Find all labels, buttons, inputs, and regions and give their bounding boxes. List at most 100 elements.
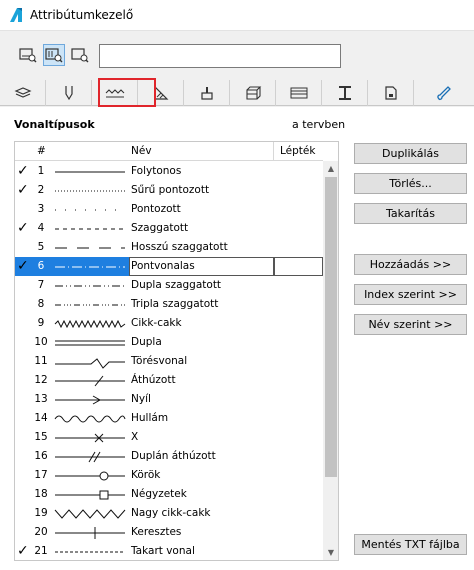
- scroll-down-icon[interactable]: ▼: [323, 545, 338, 560]
- table-row[interactable]: 10 Dupla: [15, 333, 323, 352]
- line-types-table: # Név Lépték ✓ 1 Folytonos ✓ 2 Sűrű pontozott…: [14, 141, 339, 561]
- check-cell[interactable]: [17, 372, 31, 388]
- app-logo-icon: [10, 8, 22, 22]
- check-cell[interactable]: [17, 296, 31, 312]
- purge-button[interactable]: Takarítás: [354, 203, 467, 224]
- table-row[interactable]: 13 Nyíl: [15, 390, 323, 409]
- line-pattern-icon: [55, 375, 125, 387]
- detail-view-icon: [45, 48, 63, 63]
- line-pattern-icon: [54, 415, 126, 423]
- row-number: 15: [34, 431, 48, 443]
- tab-markup-styles[interactable]: [414, 80, 474, 106]
- detail-view-button[interactable]: [43, 44, 65, 66]
- scroll-thumb[interactable]: [325, 177, 337, 477]
- preview-view-button[interactable]: [69, 44, 91, 66]
- check-cell[interactable]: [17, 315, 31, 331]
- line-pattern-icon: [55, 527, 125, 539]
- check-cell[interactable]: [17, 429, 31, 445]
- table-row[interactable]: 9 Cikk-cakk: [15, 314, 323, 333]
- row-number: 10: [34, 336, 48, 348]
- vertical-scrollbar[interactable]: ▲ ▼: [323, 161, 338, 560]
- row-name: Tripla szaggatott: [131, 298, 219, 310]
- check-cell[interactable]: [17, 524, 31, 540]
- check-cell[interactable]: [17, 201, 31, 217]
- tab-zone-categories[interactable]: [322, 80, 368, 106]
- tab-highlight-box: [98, 78, 156, 107]
- scroll-up-icon[interactable]: ▲: [323, 161, 338, 177]
- checkmark-icon[interactable]: ✓: [17, 182, 31, 198]
- table-row[interactable]: ✓ 1 Folytonos: [15, 162, 323, 181]
- row-name: Pontozott: [131, 203, 181, 215]
- line-pattern-icon: [55, 285, 125, 287]
- tab-surfaces[interactable]: [184, 80, 230, 106]
- line-pattern-icon: [55, 340, 125, 346]
- table-row[interactable]: ✓ 2 Sűrű pontozott: [15, 181, 323, 200]
- sort-by-name-button[interactable]: Név szerint >>: [354, 314, 467, 335]
- row-number: 14: [34, 412, 48, 424]
- checkmark-icon[interactable]: ✓: [17, 220, 31, 236]
- table-row[interactable]: 16 Duplán áthúzott: [15, 447, 323, 466]
- duplicate-button[interactable]: Duplikálás: [354, 143, 467, 164]
- check-cell[interactable]: [17, 353, 31, 369]
- header-name[interactable]: Név: [131, 145, 152, 157]
- table-row[interactable]: 5 Hosszú szaggatott: [15, 238, 323, 257]
- table-row[interactable]: 8 Tripla szaggatott: [15, 295, 323, 314]
- delete-button[interactable]: Törlés...: [354, 173, 467, 194]
- add-button[interactable]: Hozzáadás >>: [354, 254, 467, 275]
- table-row[interactable]: 20 Keresztes: [15, 523, 323, 542]
- i-beam-icon: [338, 86, 351, 100]
- row-name: Nyíl: [131, 393, 151, 405]
- tab-building-materials[interactable]: [368, 80, 414, 106]
- line-pattern-icon: [55, 433, 125, 443]
- line-pattern-icon: [55, 190, 125, 192]
- scale-edit-field[interactable]: [274, 257, 323, 276]
- row-name: Cikk-cakk: [131, 317, 182, 329]
- tab-composites[interactable]: [230, 80, 276, 106]
- checkmark-icon[interactable]: ✓: [17, 258, 31, 274]
- table-row[interactable]: 15 X: [15, 428, 323, 447]
- tab-pens[interactable]: [46, 80, 92, 106]
- table-row[interactable]: 18 Négyzetek: [15, 485, 323, 504]
- row-number: 4: [37, 222, 45, 234]
- header-scale[interactable]: Lépték: [280, 145, 315, 157]
- check-cell[interactable]: [17, 239, 31, 255]
- table-row[interactable]: 19 Nagy cikk-cakk: [15, 504, 323, 523]
- check-cell[interactable]: [17, 448, 31, 464]
- table-row[interactable]: 12 Áthúzott: [15, 371, 323, 390]
- sort-by-index-button[interactable]: Index szerint >>: [354, 284, 467, 305]
- tab-layers[interactable]: [0, 80, 46, 106]
- table-row[interactable]: 14 Hullám: [15, 409, 323, 428]
- row-name: Folytonos: [131, 165, 182, 177]
- row-name: Keresztes: [131, 526, 182, 538]
- check-cell[interactable]: [17, 277, 31, 293]
- row-name: Duplán áthúzott: [131, 450, 216, 462]
- row-number: 9: [37, 317, 45, 329]
- header-num[interactable]: #: [37, 145, 46, 157]
- row-number: 20: [34, 526, 48, 538]
- check-cell[interactable]: [17, 391, 31, 407]
- list-view-button[interactable]: [17, 44, 39, 66]
- check-cell[interactable]: [17, 334, 31, 350]
- header-divider: [273, 142, 274, 161]
- row-name: Négyzetek: [131, 488, 187, 500]
- table-row[interactable]: 11 Törésvonal: [15, 352, 323, 371]
- table-row[interactable]: 3 Pontozott: [15, 200, 323, 219]
- table-row[interactable]: 7 Dupla szaggatott: [15, 276, 323, 295]
- save-txt-button[interactable]: Mentés TXT fájlba: [354, 534, 467, 555]
- table-row[interactable]: 17 Körök: [15, 466, 323, 485]
- table-row-selected[interactable]: ✓ 6 Pontvonalas: [15, 257, 323, 276]
- tab-profiles[interactable]: [276, 80, 322, 106]
- row-name: Takart vonal: [131, 545, 195, 557]
- composite-icon: [245, 86, 261, 100]
- check-cell[interactable]: [17, 410, 31, 426]
- check-cell[interactable]: [17, 467, 31, 483]
- checkmark-icon[interactable]: ✓: [17, 543, 31, 559]
- profile-icon: [290, 87, 307, 99]
- checkmark-icon[interactable]: ✓: [17, 163, 31, 179]
- paint-brush-icon: [200, 87, 213, 100]
- search-input[interactable]: [99, 44, 341, 68]
- table-row[interactable]: ✓ 21 Takart vonal: [15, 542, 323, 560]
- check-cell[interactable]: [17, 486, 31, 502]
- table-row[interactable]: ✓ 4 Szaggatott: [15, 219, 323, 238]
- check-cell[interactable]: [17, 505, 31, 521]
